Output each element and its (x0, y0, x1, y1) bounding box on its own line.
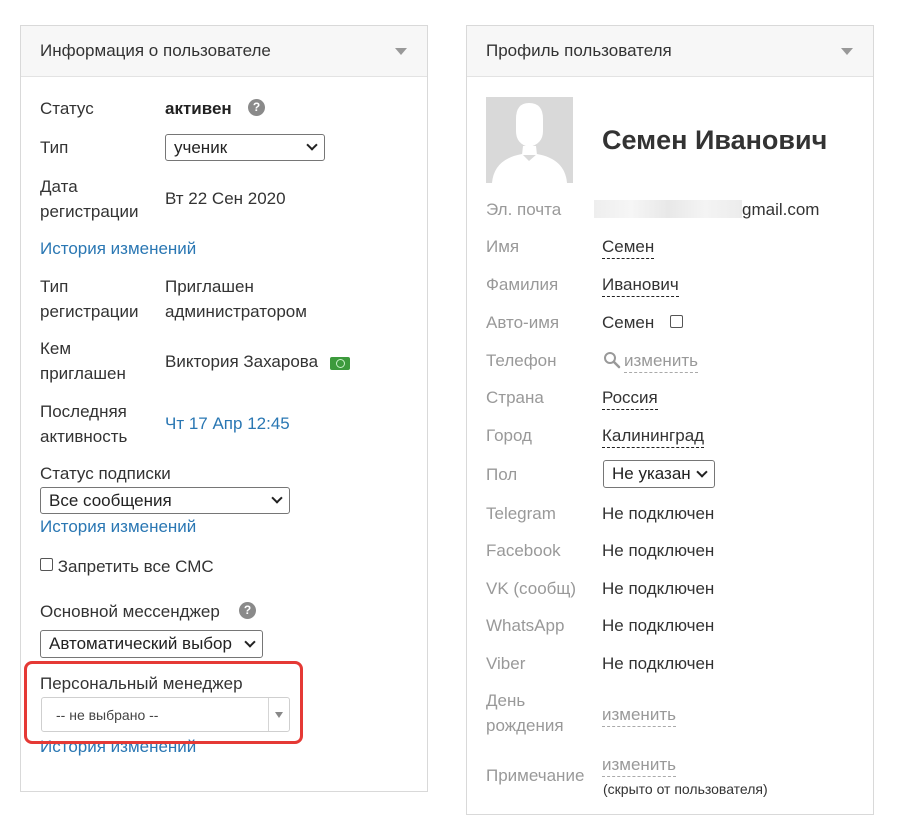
chevron-down-icon (696, 465, 708, 478)
reg-date-label-2: регистрации (40, 202, 139, 221)
reg-date-value: Вт 22 Сен 2020 (165, 189, 286, 208)
last-name-label: Фамилия (486, 275, 559, 294)
vk-value: Не подключен (602, 579, 715, 598)
type-select[interactable]: ученик (165, 134, 325, 161)
manager-select-arrow[interactable] (268, 698, 289, 731)
birthday-change-link[interactable]: изменить (602, 705, 676, 727)
invited-value[interactable]: Виктория Захарова (165, 352, 318, 372)
auto-name-label: Авто-имя (486, 313, 560, 332)
reg-type-value-2: администратором (165, 302, 307, 321)
triangle-down-icon (275, 711, 283, 718)
forbid-sms-checkbox[interactable] (40, 558, 53, 571)
auto-name-value: Семен (602, 313, 655, 332)
user-silhouette-icon (486, 97, 573, 183)
forbid-sms-label: Запретить все СМС (57, 557, 214, 576)
history-link[interactable]: История изменений (40, 239, 196, 259)
note-change-link[interactable]: изменить (602, 755, 676, 777)
phone-label: Телефон (486, 351, 557, 370)
magnifier-icon[interactable] (603, 351, 621, 369)
last-activity-label-1: Последняя (40, 402, 127, 421)
birthday-label-1: День (486, 691, 526, 710)
reg-type-label-1: Тип (40, 277, 69, 296)
manager-select[interactable]: -- не выбрано -- (41, 697, 290, 732)
invited-label-2: приглашен (40, 364, 126, 383)
whatsapp-value: Не подключен (602, 616, 715, 635)
last-activity-value[interactable]: Чт 17 Апр 12:45 (165, 414, 290, 434)
email-redacted (594, 200, 742, 218)
question-circle-icon[interactable]: ? (239, 602, 256, 619)
profile-title: Профиль пользователя (486, 41, 672, 60)
gender-select[interactable]: Не указан (603, 460, 715, 488)
vk-label: VK (сообщ) (486, 579, 577, 598)
type-select-value: ученик (174, 137, 228, 157)
chevron-down-icon (306, 139, 318, 151)
cash-icon (330, 357, 350, 370)
subscription-label: Статус подписки (40, 464, 171, 483)
auto-name-checkbox[interactable] (670, 315, 683, 328)
email-label: Эл. почта (486, 200, 562, 219)
country-value[interactable]: Россия (602, 388, 658, 410)
last-name-value[interactable]: Иванович (602, 275, 679, 297)
telegram-label: Telegram (486, 504, 556, 523)
country-label: Страна (486, 388, 544, 407)
profile-header[interactable]: Профиль пользователя (467, 26, 873, 77)
caret-down-icon[interactable] (395, 47, 407, 55)
subscription-select-value: Все сообщения (49, 490, 172, 510)
gender-select-value: Не указан (612, 464, 691, 483)
reg-type-label-2: регистрации (40, 302, 139, 321)
facebook-value: Не подключен (602, 541, 715, 560)
facebook-label: Facebook (486, 541, 561, 560)
email-domain: gmail.com (742, 200, 820, 219)
messenger-select-value: Автоматический выбор (49, 634, 232, 653)
birthday-label-2: рождения (486, 716, 564, 735)
chevron-down-icon (244, 635, 256, 648)
city-value[interactable]: Калининград (602, 426, 705, 448)
whatsapp-label: WhatsApp (486, 616, 565, 635)
first-name-label: Имя (486, 237, 520, 256)
messenger-label: Основной мессенджер (40, 602, 220, 621)
telegram-value: Не подключен (602, 504, 715, 523)
subscription-select[interactable]: Все сообщения (40, 487, 290, 514)
profile-name: Семен Иванович (602, 125, 828, 155)
viber-label: Viber (486, 654, 526, 673)
status-label: Статус (40, 99, 94, 118)
last-activity-label-2: активность (40, 427, 128, 446)
caret-down-icon[interactable] (841, 47, 853, 55)
question-circle-icon[interactable]: ? (248, 99, 265, 116)
manager-label: Персональный менеджер (40, 674, 243, 693)
invited-label-1: Кем (40, 339, 72, 358)
subscription-history-link[interactable]: История изменений (40, 517, 196, 537)
phone-change-link[interactable]: изменить (624, 351, 698, 373)
manager-select-value: -- не выбрано -- (56, 706, 159, 723)
messenger-select[interactable]: Автоматический выбор (40, 630, 263, 658)
avatar[interactable] (486, 97, 573, 183)
reg-date-label-1: Дата (40, 177, 78, 196)
user-info-title: Информация о пользователе (40, 41, 271, 60)
type-label: Тип (40, 138, 69, 157)
status-value: активен (165, 99, 232, 118)
forbid-sms-row[interactable]: Запретить все СМС (40, 557, 214, 577)
first-name-value[interactable]: Семен (602, 237, 655, 259)
email-value: gmail.com (594, 200, 819, 220)
city-label: Город (486, 426, 532, 445)
chevron-down-icon (271, 492, 283, 504)
note-hint: (скрыто от пользователя) (603, 781, 768, 797)
note-label: Примечание (486, 766, 585, 785)
viber-value: Не подключен (602, 654, 715, 673)
reg-type-value-1: Приглашен (165, 277, 254, 296)
gender-label: Пол (486, 465, 518, 484)
user-info-header[interactable]: Информация о пользователе (21, 26, 427, 77)
